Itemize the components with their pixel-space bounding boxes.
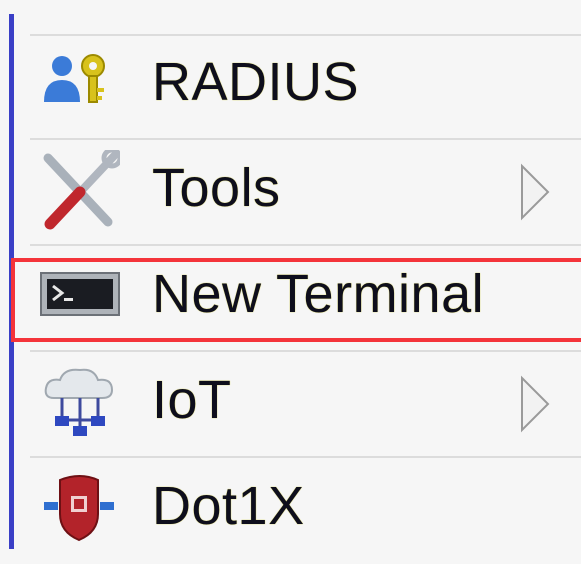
dot1x-shield-icon: [40, 470, 120, 542]
menu-item-label: RADIUS: [152, 52, 360, 112]
menu-item-label: Dot1X: [152, 476, 305, 536]
menu-item-label: Tools: [152, 158, 281, 218]
menu-item-tools[interactable]: Tools: [30, 140, 581, 246]
submenu-arrow-icon: [518, 374, 554, 434]
menu-item-dot1x[interactable]: Dot1X: [30, 458, 581, 564]
iot-cloud-network-icon: [40, 364, 120, 436]
menu-item-new-terminal[interactable]: New Terminal: [30, 246, 581, 352]
radius-user-key-icon: [40, 50, 120, 120]
menu-item-iot[interactable]: IoT: [30, 352, 581, 458]
menu-item-label: IoT: [152, 370, 232, 430]
menu-item-label: New Terminal: [152, 264, 485, 324]
side-menu: RADIUS Tools New Terminal IoT Dot1X: [0, 0, 581, 549]
submenu-arrow-icon: [518, 162, 554, 222]
menu-item-radius[interactable]: RADIUS: [30, 36, 581, 142]
tools-wrench-screwdriver-icon: [40, 147, 123, 230]
menu-accent-bar: [9, 14, 14, 549]
terminal-icon: [40, 272, 120, 342]
